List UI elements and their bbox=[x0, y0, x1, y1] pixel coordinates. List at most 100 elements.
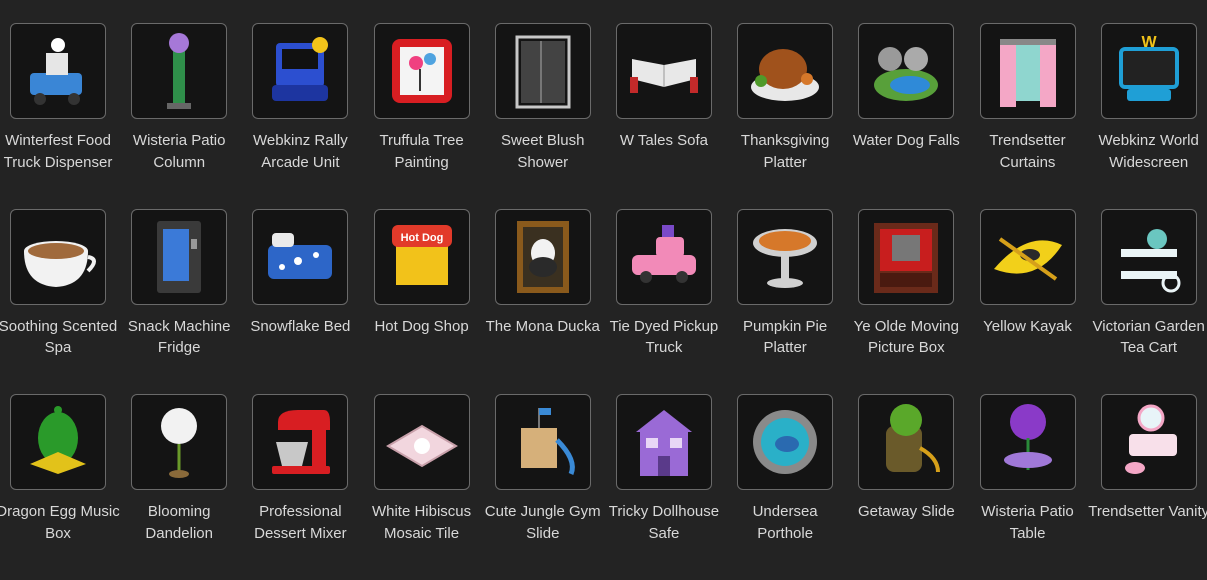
vanity-icon bbox=[1107, 400, 1191, 484]
item-thumbnail[interactable] bbox=[979, 208, 1076, 305]
svg-text:Hot Dog: Hot Dog bbox=[400, 232, 443, 244]
item-tile[interactable]: Hot Dog Hot Dog Shop bbox=[373, 208, 470, 395]
item-tile[interactable]: Snack Machine Fridge bbox=[128, 208, 230, 395]
item-thumbnail[interactable] bbox=[10, 208, 106, 305]
item-tile[interactable]: Ye Olde Moving Picture Box bbox=[854, 208, 959, 395]
item-tile[interactable]: W Webkinz World Widescreen bbox=[1099, 23, 1199, 209]
item-label: Soothing Scented Spa bbox=[0, 317, 118, 357]
item-label: Trendsetter Curtains bbox=[989, 132, 1066, 171]
item-thumbnail[interactable]: Hot Dog bbox=[373, 208, 470, 305]
item-thumbnail[interactable] bbox=[858, 208, 955, 305]
jungle-gym-icon bbox=[501, 400, 585, 484]
item-label: Tricky Dollhouse Safe bbox=[608, 503, 720, 542]
item-label: Ye Olde Moving Picture Box bbox=[853, 317, 959, 357]
item-label: Snack Machine Fridge bbox=[127, 317, 231, 357]
dollhouse-icon bbox=[622, 400, 706, 484]
food-truck-dispenser-icon bbox=[16, 29, 100, 113]
item-thumbnail[interactable] bbox=[252, 394, 349, 490]
item-label: Snowflake Bed bbox=[250, 317, 351, 335]
item-tile[interactable]: Snowflake Bed bbox=[250, 208, 350, 395]
item-thumbnail[interactable] bbox=[737, 208, 834, 305]
item-tile[interactable]: Professional Dessert Mixer bbox=[252, 394, 349, 580]
item-label: Undersea Porthole bbox=[752, 503, 818, 542]
item-thumbnail[interactable]: W bbox=[1100, 23, 1197, 119]
item-tile[interactable]: Dragon Egg Music Box bbox=[0, 394, 120, 580]
item-thumbnail[interactable] bbox=[252, 23, 349, 119]
item-thumbnail[interactable] bbox=[373, 394, 470, 490]
item-thumbnail[interactable] bbox=[131, 394, 228, 490]
arcade-unit-icon bbox=[258, 29, 342, 113]
curtains-icon bbox=[986, 29, 1070, 113]
item-tile[interactable]: Winterfest Food Truck Dispenser bbox=[4, 23, 112, 209]
item-label: Getaway Slide bbox=[857, 503, 955, 520]
item-thumbnail[interactable] bbox=[615, 208, 712, 305]
patio-column-icon bbox=[137, 29, 221, 113]
item-tile[interactable]: Victorian Garden Tea Cart bbox=[1093, 208, 1205, 395]
item-label: Dragon Egg Music Box bbox=[0, 503, 120, 542]
kayak-icon bbox=[986, 215, 1070, 299]
item-grid: Winterfest Food Truck Dispenser Wisteria … bbox=[0, 23, 1207, 580]
item-thumbnail[interactable] bbox=[494, 23, 591, 119]
item-thumbnail[interactable] bbox=[979, 23, 1076, 119]
patio-table-icon bbox=[986, 400, 1070, 484]
waterfall-icon bbox=[864, 29, 948, 113]
item-tile[interactable]: Thanksgiving Platter bbox=[737, 23, 834, 209]
item-tile[interactable]: Wisteria Patio Column bbox=[131, 23, 228, 209]
item-thumbnail[interactable] bbox=[1100, 208, 1197, 305]
item-thumbnail[interactable] bbox=[737, 394, 834, 490]
item-thumbnail[interactable] bbox=[494, 394, 591, 490]
item-thumbnail[interactable] bbox=[615, 23, 712, 119]
item-tile[interactable]: Webkinz Rally Arcade Unit bbox=[252, 23, 349, 209]
item-tile[interactable]: Undersea Porthole bbox=[737, 394, 834, 580]
item-tile[interactable]: Truffula Tree Painting bbox=[373, 23, 470, 209]
item-label: Tie Dyed Pickup Truck bbox=[609, 317, 719, 357]
item-thumbnail[interactable] bbox=[858, 394, 955, 490]
item-label: Trendsetter Vanity bbox=[1088, 503, 1207, 520]
item-tile[interactable]: Soothing Scented Spa bbox=[0, 208, 117, 395]
item-label: Water Dog Falls bbox=[852, 132, 960, 149]
item-tile[interactable]: Sweet Blush Shower bbox=[494, 23, 591, 209]
item-tile[interactable]: Wisteria Patio Table bbox=[979, 394, 1076, 580]
item-tile[interactable]: W Tales Sofa bbox=[615, 23, 712, 209]
item-tile[interactable]: Trendsetter Vanity bbox=[1088, 394, 1207, 580]
item-thumbnail[interactable] bbox=[131, 208, 228, 305]
item-thumbnail[interactable] bbox=[979, 394, 1076, 490]
turkey-platter-icon bbox=[743, 29, 827, 113]
hot-dog-shop-icon: Hot Dog bbox=[380, 215, 464, 299]
item-thumbnail[interactable] bbox=[494, 208, 591, 305]
item-tile[interactable]: Tricky Dollhouse Safe bbox=[609, 394, 719, 580]
item-label: Wisteria Patio Table bbox=[981, 503, 1074, 542]
item-tile[interactable]: Pumpkin Pie Platter bbox=[737, 208, 834, 395]
item-tile[interactable]: The Mona Ducka bbox=[486, 208, 600, 395]
svg-text:W: W bbox=[1141, 34, 1157, 51]
item-tile[interactable]: Tie Dyed Pickup Truck bbox=[610, 208, 718, 395]
item-label: The Mona Ducka bbox=[485, 317, 600, 335]
item-thumbnail[interactable] bbox=[10, 23, 106, 119]
stand-mixer-icon bbox=[258, 400, 342, 484]
item-label: Webkinz World Widescreen bbox=[1098, 132, 1199, 171]
item-tile[interactable]: White Hibiscus Mosaic Tile bbox=[372, 394, 471, 580]
item-thumbnail[interactable] bbox=[373, 23, 470, 119]
item-label: Professional Dessert Mixer bbox=[254, 503, 347, 542]
porthole-icon bbox=[743, 400, 827, 484]
painting-icon bbox=[380, 29, 464, 113]
item-thumbnail[interactable] bbox=[858, 23, 955, 119]
item-thumbnail[interactable] bbox=[737, 23, 834, 119]
item-tile[interactable]: Blooming Dandelion bbox=[131, 394, 228, 580]
tea-cart-icon bbox=[1107, 215, 1191, 299]
item-tile[interactable]: Trendsetter Curtains bbox=[979, 23, 1076, 209]
item-label: Sweet Blush Shower bbox=[501, 132, 585, 171]
item-tile[interactable]: Getaway Slide bbox=[858, 394, 955, 580]
item-thumbnail[interactable] bbox=[252, 208, 349, 305]
item-thumbnail[interactable] bbox=[10, 394, 106, 490]
item-tile[interactable]: Water Dog Falls bbox=[853, 23, 960, 209]
tree-stump-slide-icon bbox=[864, 400, 948, 484]
item-thumbnail[interactable] bbox=[615, 394, 712, 490]
dandelion-icon bbox=[137, 400, 221, 484]
item-tile[interactable]: Cute Jungle Gym Slide bbox=[485, 394, 601, 580]
item-thumbnail[interactable] bbox=[1100, 394, 1197, 490]
theatre-box-icon bbox=[864, 215, 948, 299]
item-tile[interactable]: Yellow Kayak bbox=[979, 208, 1076, 395]
item-label: Pumpkin Pie Platter bbox=[743, 317, 828, 357]
item-thumbnail[interactable] bbox=[131, 23, 228, 119]
